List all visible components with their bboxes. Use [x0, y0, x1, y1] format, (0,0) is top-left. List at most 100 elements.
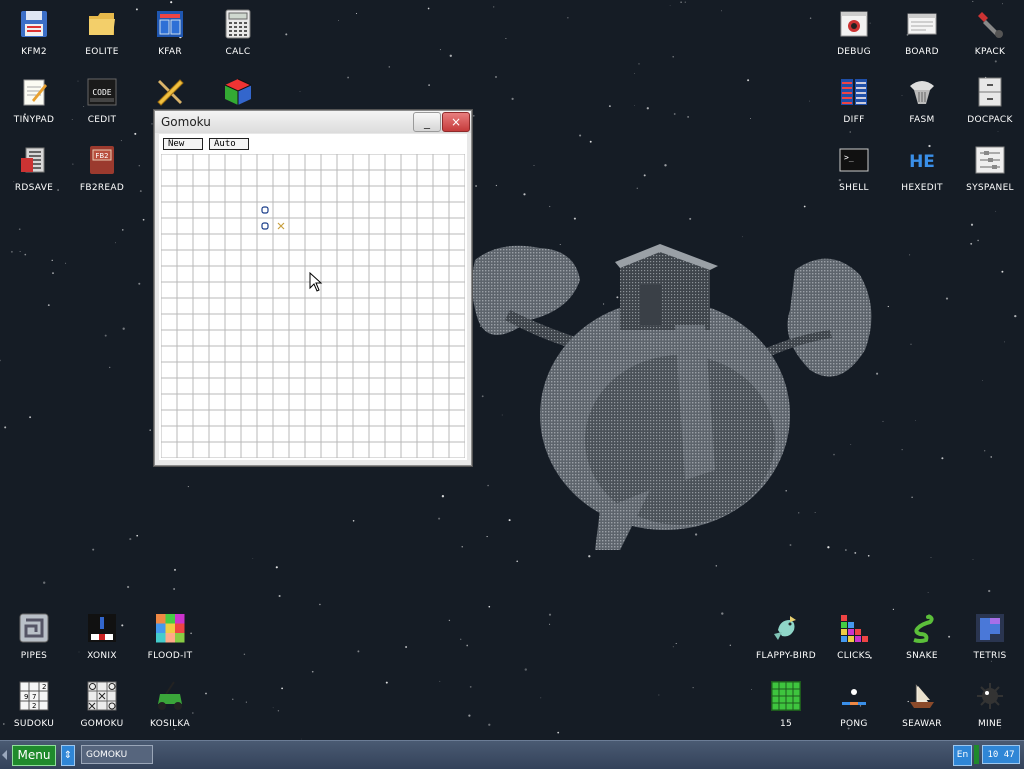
tray-separator — [974, 745, 979, 764]
window-client-area: New Auto — [159, 134, 467, 460]
terminal-icon: >_ — [838, 144, 870, 176]
desktop-icon-label: DOCPACK — [967, 115, 1013, 125]
file-manager-icon — [154, 8, 186, 40]
close-icon: × — [450, 115, 462, 129]
notepad-icon — [18, 76, 50, 108]
desktop-icon-flappy-bird[interactable]: FLAPPY-BIRD — [752, 604, 820, 672]
new-game-button[interactable]: New — [163, 138, 203, 150]
desktop-icon-kpack[interactable]: KPACK — [956, 0, 1024, 68]
desktop-icon-label: FLOOD-IT — [147, 651, 193, 661]
ram-disk-save-icon — [18, 144, 50, 176]
clipboard-window-icon — [906, 8, 938, 40]
rubik-cube-icon — [222, 76, 254, 108]
bug-icon — [838, 8, 870, 40]
code-editor-icon: CODE — [86, 76, 118, 108]
desktop-icon-sudoku[interactable]: 9 7 2 2 SUDOKU — [0, 672, 68, 740]
svg-text:2: 2 — [42, 683, 46, 691]
desktop-icon-tinypad[interactable]: TINYPAD — [0, 68, 68, 136]
taskbar-item-gomoku[interactable]: GOMOKU — [81, 745, 153, 764]
desktop-icon-cedit[interactable]: CODE CEDIT — [68, 68, 136, 136]
desktop-icon-label: TETRIS — [973, 651, 1007, 661]
folder-icon — [86, 8, 118, 40]
desktop-icon-xonix[interactable]: XONIX — [68, 604, 136, 672]
desktop-icon-label: KPACK — [974, 47, 1006, 57]
desktop-icon-fb2read[interactable]: FB2 FB2READ — [68, 136, 136, 204]
window-title: Gomoku — [161, 115, 211, 129]
desktop-icon-pong[interactable]: PONG — [820, 672, 888, 740]
desktop-icon-fasm[interactable]: FASM — [888, 68, 956, 136]
svg-text:FB2: FB2 — [95, 152, 108, 160]
cabinet-icon — [974, 76, 1006, 108]
pong-icon — [838, 680, 870, 712]
desktop-icon-shell[interactable]: >_ SHELL — [820, 136, 888, 204]
tetris-icon — [974, 612, 1006, 644]
taskbar-scroll-left-icon[interactable] — [2, 750, 7, 760]
color-grid-icon — [154, 612, 186, 644]
desktop-icon-tetris[interactable]: TETRIS — [956, 604, 1024, 672]
clock[interactable]: 10 47 — [982, 745, 1020, 764]
desktop-icon-label: CALC — [225, 47, 251, 57]
desktop-icon-calc[interactable]: CALC — [204, 0, 272, 68]
window-titlebar[interactable]: Gomoku _ × — [155, 111, 471, 133]
mouse-cursor — [309, 272, 323, 292]
desktop-icon-mine[interactable]: MINE — [956, 672, 1024, 740]
desktop-icon-pipes[interactable]: PIPES — [0, 604, 68, 672]
svg-text:9: 9 — [24, 693, 28, 701]
desktop-icon-gomoku[interactable]: GOMOKU — [68, 672, 136, 740]
bird-icon — [770, 612, 802, 644]
desktop-icon-syspanel[interactable]: SYSPANEL — [956, 136, 1024, 204]
desktop-icon-flood-it[interactable]: FLOOD-IT — [136, 604, 204, 672]
gomoku-board[interactable] — [161, 154, 465, 458]
fifteen-puzzle-icon — [770, 680, 802, 712]
desktop-icon-clicks[interactable]: CLICKS — [820, 604, 888, 672]
xonix-icon — [86, 612, 118, 644]
ship-icon — [906, 680, 938, 712]
desktop-icon-rdsave[interactable]: RDSAVE — [0, 136, 68, 204]
hex-editor-icon: HE — [906, 144, 938, 176]
sudoku-icon: 972 2 — [18, 680, 50, 712]
minimize-icon: _ — [424, 115, 430, 129]
blocks-icon — [838, 612, 870, 644]
tictactoe-icon — [86, 680, 118, 712]
diff-icon — [838, 76, 870, 108]
svg-text:2: 2 — [32, 702, 36, 710]
svg-text:>_: >_ — [844, 153, 854, 162]
svg-text:HE: HE — [909, 152, 935, 172]
book-icon: FB2 — [86, 144, 118, 176]
desktop-icon-diff[interactable]: DIFF — [820, 68, 888, 136]
minimize-button[interactable]: _ — [413, 112, 441, 132]
calculator-icon — [222, 8, 254, 40]
keyboard-layout-indicator[interactable]: En — [953, 745, 972, 766]
floppy-disk-icon — [18, 8, 50, 40]
desktop-icon-hexedit[interactable]: HE HEXEDIT — [888, 136, 956, 204]
desktop-icon-debug[interactable]: DEBUG — [820, 0, 888, 68]
snake-icon — [906, 612, 938, 644]
desktop-icon-label: MINE — [977, 719, 1003, 729]
mine-icon — [974, 680, 1006, 712]
desktop-icon-label: SYSPANEL — [966, 183, 1014, 193]
desktop-icon-15[interactable]: 15 — [752, 672, 820, 740]
taskbar: Menu ⇕ GOMOKU En 10 47 — [0, 740, 1024, 769]
desktop-icon-label: KOSILKA — [150, 719, 190, 729]
svg-text:CODE: CODE — [92, 88, 111, 97]
desktop-icon-kfm2[interactable]: KFM2 — [0, 0, 68, 68]
desktop-icon-board[interactable]: BOARD — [888, 0, 956, 68]
desktop-icon-eolite[interactable]: EOLITE — [68, 0, 136, 68]
desktop-icon-snake[interactable]: SNAKE — [888, 604, 956, 672]
pencil-ruler-icon — [154, 76, 186, 108]
task-switch-button[interactable]: ⇕ — [61, 745, 75, 766]
lawnmower-icon — [154, 680, 186, 712]
wrench-icon — [974, 8, 1006, 40]
desktop-icon-docpack[interactable]: DOCPACK — [956, 68, 1024, 136]
sliders-icon — [974, 144, 1006, 176]
pipes-icon — [18, 612, 50, 644]
desktop-icon-kfar[interactable]: KFAR — [136, 0, 204, 68]
desktop-icon-seawar[interactable]: SEAWAR — [888, 672, 956, 740]
treehouse-wallpaper — [472, 244, 872, 550]
desktop-icon-kosilka[interactable]: KOSILKA — [136, 672, 204, 740]
svg-text:7: 7 — [32, 693, 36, 701]
close-button[interactable]: × — [442, 112, 470, 132]
start-menu-button[interactable]: Menu — [12, 745, 56, 766]
auto-play-button[interactable]: Auto — [209, 138, 249, 150]
assembler-icon — [906, 76, 938, 108]
